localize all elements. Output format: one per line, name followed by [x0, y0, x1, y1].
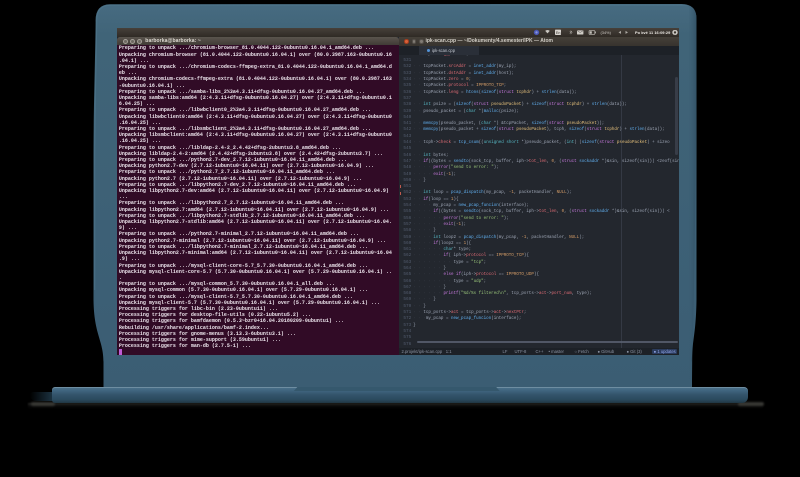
- svg-text:(34%): (34%): [600, 29, 611, 34]
- svg-text:Po kvě 11 16:09:29: Po kvě 11 16:09:29: [635, 29, 671, 34]
- svg-text:En: En: [556, 30, 561, 34]
